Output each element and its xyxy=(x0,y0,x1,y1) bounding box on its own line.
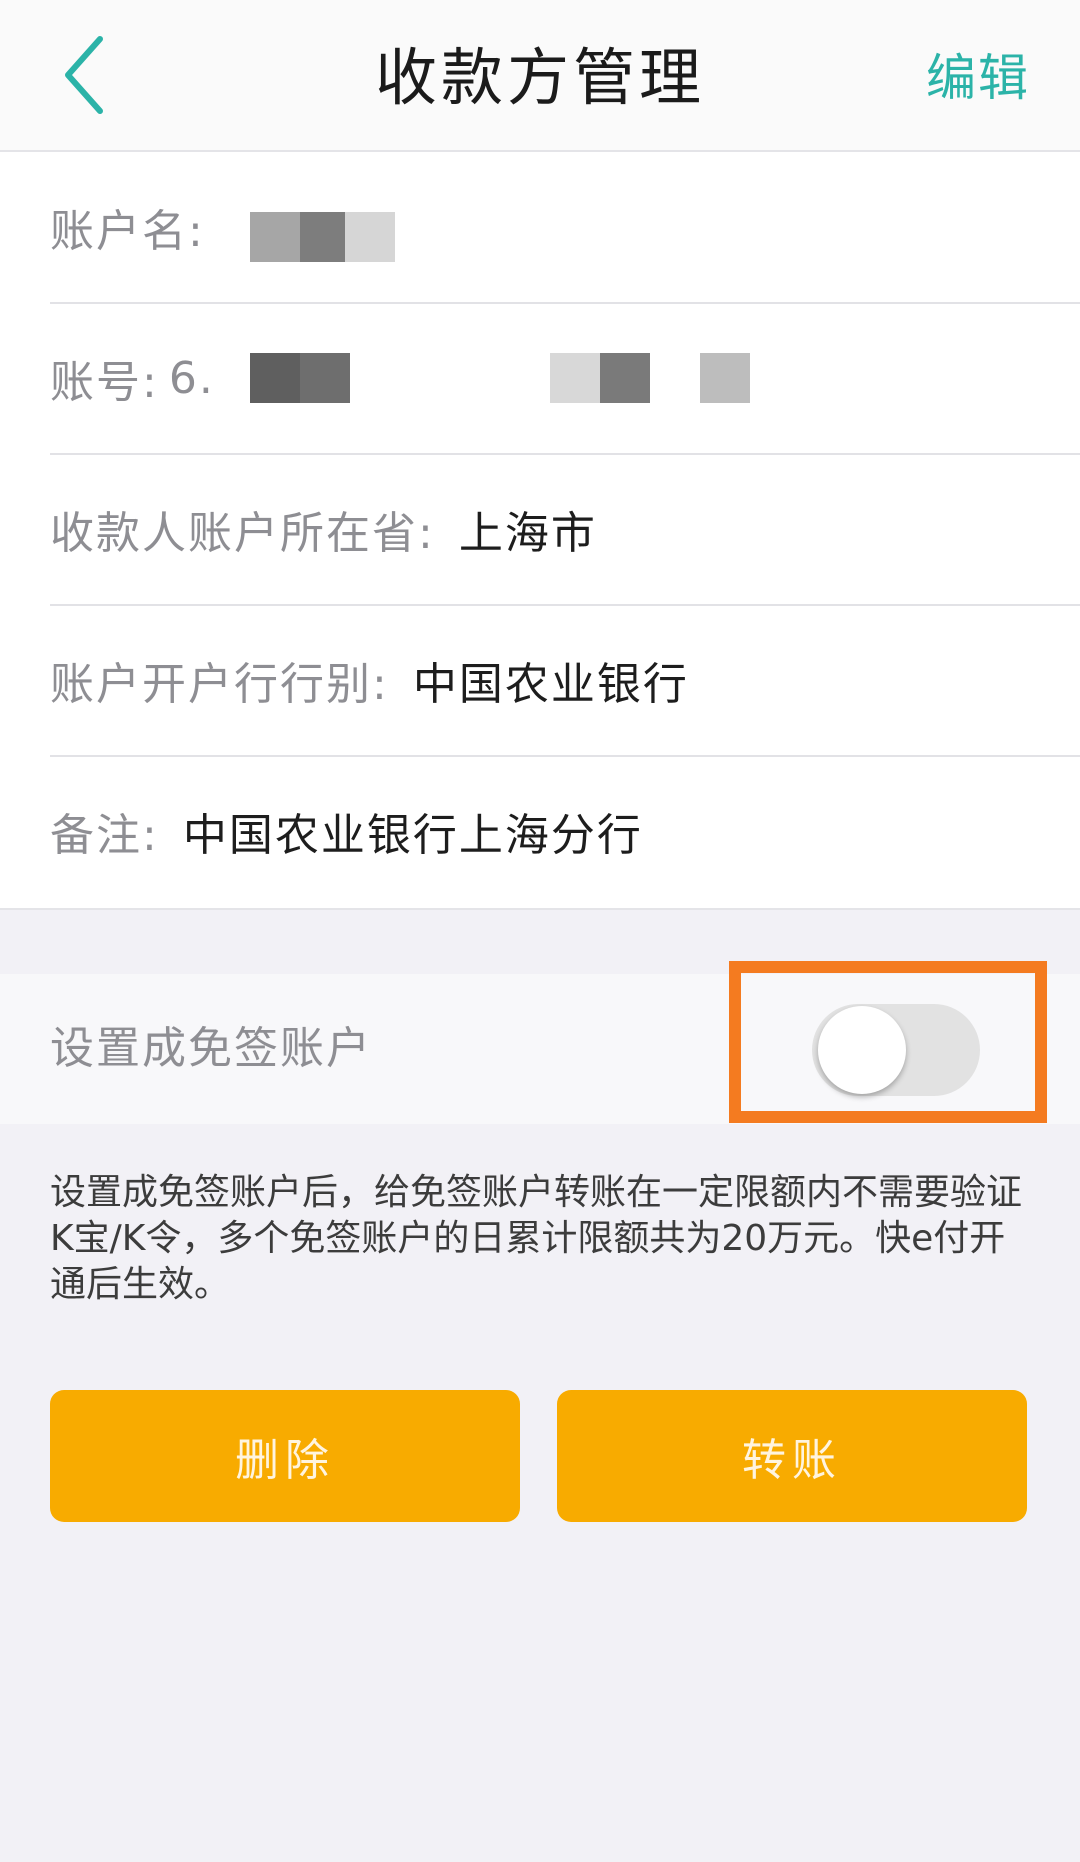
nav-bar: 收款方管理 编辑 xyxy=(0,0,1080,152)
sign-free-label: 设置成免签账户 xyxy=(50,1023,372,1074)
province-value: 上海市 xyxy=(458,508,597,559)
delete-button[interactable]: 删除 xyxy=(50,1390,520,1522)
transfer-button[interactable]: 转账 xyxy=(557,1390,1027,1522)
page-title: 收款方管理 xyxy=(374,41,705,114)
edit-button[interactable]: 编辑 xyxy=(926,42,1030,114)
account-name-label: 账户名: xyxy=(50,206,205,257)
toggle-knob xyxy=(818,1006,906,1094)
sign-free-note: 设置成免签账户后，给免签账户转账在一定限额内不需要验证K宝/K令，多个免签账户的… xyxy=(50,1172,1023,1305)
account-name-row: 账户名: xyxy=(50,152,1080,304)
payee-info-card: 账户名: 账号: 6. 收款人账户所在省: 上海市 账户开户行行别: 中国农业银… xyxy=(0,152,1080,910)
account-number-label: 账号: xyxy=(50,357,159,408)
bank-type-label: 账户开户行行别: xyxy=(50,659,389,710)
bank-type-row: 账户开户行行别: 中国农业银行 xyxy=(50,605,1080,757)
province-label: 收款人账户所在省: xyxy=(50,508,435,559)
account-number-row: 账号: 6. xyxy=(50,303,1080,455)
bank-type-value: 中国农业银行 xyxy=(412,659,689,710)
account-number-prefix: 6. xyxy=(168,352,215,404)
remark-label: 备注: xyxy=(50,810,159,861)
province-row: 收款人账户所在省: 上海市 xyxy=(50,454,1080,606)
remark-value: 中国农业银行上海分行 xyxy=(182,810,643,861)
remark-row: 备注: 中国农业银行上海分行 xyxy=(50,756,1080,906)
